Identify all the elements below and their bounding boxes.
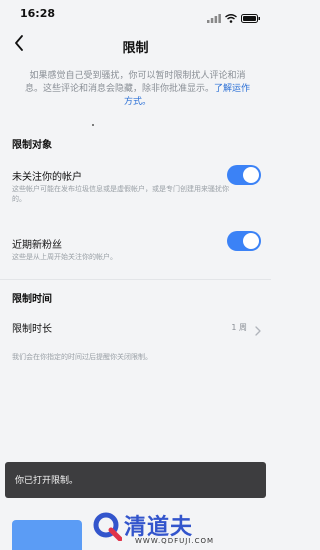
section-title-restrict-time: 限制时间 (12, 294, 52, 305)
toast: 你已打开限制。 (5, 462, 266, 498)
intro-body: 如果感觉自己受到骚扰，你可以暂时限制扰人评论和消息。这些评论和消息会隐藏，除非你… (24, 71, 246, 94)
nav-bar: 限制 (0, 26, 271, 64)
toggle-recent-followers[interactable] (227, 231, 261, 251)
status-bar: 16:28 (0, 0, 271, 26)
setting-title-recent-followers: 近期新粉丝 (12, 240, 62, 251)
watermark-logo-icon (92, 511, 123, 545)
status-time: 16:28 (20, 7, 56, 20)
section-divider (0, 279, 271, 280)
divider-dot (92, 124, 94, 126)
status-icons (207, 8, 261, 27)
setting-desc-non-followers: 这些帐户可能在发布垃圾信息或是虚假帐户，或是专门创建用来骚扰你的。 (12, 185, 229, 203)
battery-icon (241, 8, 261, 27)
toggle-knob (243, 233, 259, 249)
restrict-time-footnote: 我们会在你指定的时间过后提醒你关闭限制。 (12, 353, 152, 361)
restrict-duration-value: 1 周 (231, 323, 247, 332)
toggle-non-followers[interactable] (227, 165, 261, 185)
page-title: 限制 (122, 41, 149, 56)
setting-title-non-followers: 未关注你的帐户 (12, 172, 82, 183)
primary-button[interactable] (12, 520, 82, 550)
chevron-right-icon (255, 321, 261, 340)
wifi-icon (225, 8, 237, 27)
watermark: 清道夫 WWW.QDFUJI.COM (88, 507, 268, 547)
toggle-knob (243, 167, 259, 183)
intro-text: 如果感觉自己受到骚扰，你可以暂时限制扰人评论和消息。这些评论和消息会隐藏，除非你… (24, 70, 251, 109)
signal-icon (207, 8, 221, 27)
section-title-restrict-targets: 限制对象 (12, 140, 52, 151)
toast-text: 你已打开限制。 (15, 476, 79, 486)
watermark-url: WWW.QDFUJI.COM (135, 537, 215, 545)
restrict-duration-label: 限制时长 (12, 324, 52, 335)
setting-desc-recent-followers: 这些是从上周开始关注你的帐户。 (12, 253, 117, 261)
